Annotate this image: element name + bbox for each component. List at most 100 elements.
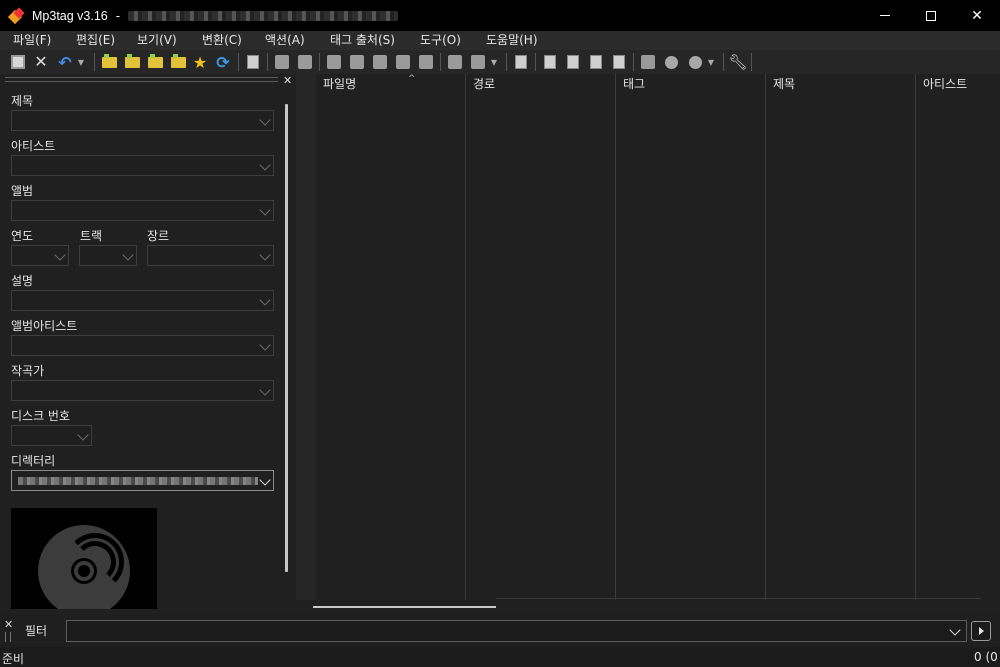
column-header-tag[interactable]: 태그 [616,74,766,94]
filter-input[interactable] [66,620,967,642]
column-header-tag-label: 태그 [623,77,646,91]
toolbar-divider [535,53,536,71]
filter-bar: ✕ 필터 [0,614,1000,647]
filter-apply-button[interactable] [971,621,991,641]
menu-tag-sources[interactable]: 태그 출처(S) [330,31,395,50]
add-directory-icon [124,53,140,68]
maximize-button[interactable] [908,0,954,31]
chevron-down-icon [259,474,271,486]
album-artist-field[interactable] [11,335,274,356]
web-sources-dropdown[interactable]: ▼ [706,53,716,71]
filename-to-tag-button[interactable] [348,53,366,71]
chevron-down-icon [259,384,271,396]
horizontal-scrollbar[interactable] [313,606,496,608]
column-header-artist[interactable]: 아티스트 [916,74,1000,94]
playlist-button[interactable] [541,53,559,71]
undo-icon: ↶ [58,52,72,72]
web-sources-button[interactable] [662,53,680,71]
tag-to-tag-button[interactable] [371,53,389,71]
extended-tags-button[interactable] [244,53,262,71]
menu-file[interactable]: 파일(F) [13,31,51,50]
chevron-down-icon [259,339,271,351]
column-divider[interactable] [615,74,616,600]
star-icon: ★ [192,52,208,72]
toolbar-divider [440,53,441,71]
import-list-button[interactable] [587,53,605,71]
close-button[interactable]: ✕ [954,0,1000,31]
change-directory-button[interactable] [100,53,118,71]
column-header-title[interactable]: 제목 [766,74,916,94]
export-icon [298,55,312,69]
menu-tools[interactable]: 도구(O) [420,31,461,50]
toolbar-divider [751,53,752,71]
undo-dropdown[interactable]: ▼ [76,53,86,71]
actions-button[interactable] [512,53,530,71]
column-header-path[interactable]: 경로 [466,74,616,94]
menu-edit[interactable]: 편집(E) [76,31,115,50]
composer-field[interactable] [11,380,274,401]
export-list-button[interactable] [564,53,582,71]
toolbar-divider [723,53,724,71]
filter-grip-handle[interactable] [5,632,11,642]
tag-panel-close-icon[interactable]: ✕ [283,74,293,87]
artist-field[interactable] [11,155,274,176]
remove-tag-button[interactable]: ✕ [32,53,50,71]
globe-icon [688,55,702,69]
change-directory-icon [101,53,117,68]
print-button[interactable] [273,53,291,71]
cover-art[interactable] [11,508,157,609]
album-label: 앨범 [11,184,34,198]
menu-view[interactable]: 보기(V) [137,31,177,50]
chevron-down-icon [54,249,66,261]
add-folder-button[interactable] [146,53,164,71]
web-sources-menu-button[interactable] [686,53,704,71]
tag-panel-scrollbar[interactable] [285,104,288,572]
tag-sources-button[interactable] [639,53,657,71]
comment-field[interactable] [11,290,274,311]
case-conversion-icon [471,55,485,69]
add-folder-icon [147,53,163,68]
directory-value-redacted [18,477,258,485]
refresh-icon: ⟳ [216,52,230,72]
refresh-button[interactable]: ⟳ [214,52,232,72]
favorites-folder-button[interactable] [169,53,187,71]
album-field[interactable] [11,200,274,221]
column-header-filename[interactable]: 파일명 ^ [316,74,466,94]
playlist-icon [544,55,556,69]
column-divider[interactable] [465,74,466,600]
export-button[interactable] [296,53,314,71]
filter-close-icon[interactable]: ✕ [4,618,13,631]
menu-help[interactable]: 도움말(H) [486,31,538,50]
menu-convert[interactable]: 변환(C) [202,31,242,50]
tag-panel-grip[interactable] [5,77,278,82]
tag-to-filename-button[interactable] [325,53,343,71]
mp3tag-app-icon [7,6,25,24]
column-divider[interactable] [765,74,766,600]
genre-label: 장르 [147,229,170,243]
chevron-down-icon [122,249,134,261]
minimize-button[interactable] [862,0,908,31]
undo-button[interactable]: ↶ [56,52,74,72]
favorite-button[interactable]: ★ [191,52,209,72]
track-field[interactable] [79,245,137,266]
disc-number-field[interactable] [11,425,92,446]
replace-button[interactable] [446,53,464,71]
add-directory-button[interactable] [123,53,141,71]
numbering-button[interactable] [610,53,628,71]
autonumber-button[interactable] [417,53,435,71]
chevron-down-icon [77,429,89,441]
tag-to-tag-icon [373,55,387,69]
year-field[interactable] [11,245,69,266]
save-button[interactable] [9,53,27,71]
case-conversion-button[interactable] [469,53,487,71]
album-artist-label: 앨범아티스트 [11,319,78,333]
favorite-folder-icon [170,53,186,68]
case-conversion-dropdown[interactable]: ▼ [489,53,499,71]
title-field[interactable] [11,110,274,131]
column-divider[interactable] [915,74,916,600]
settings-button[interactable]: 🔧︎ [728,53,747,71]
menu-actions[interactable]: 액션(A) [265,31,305,50]
tag-to-filename-icon [327,55,341,69]
genre-field[interactable] [147,245,274,266]
directory-field[interactable] [11,470,274,491]
